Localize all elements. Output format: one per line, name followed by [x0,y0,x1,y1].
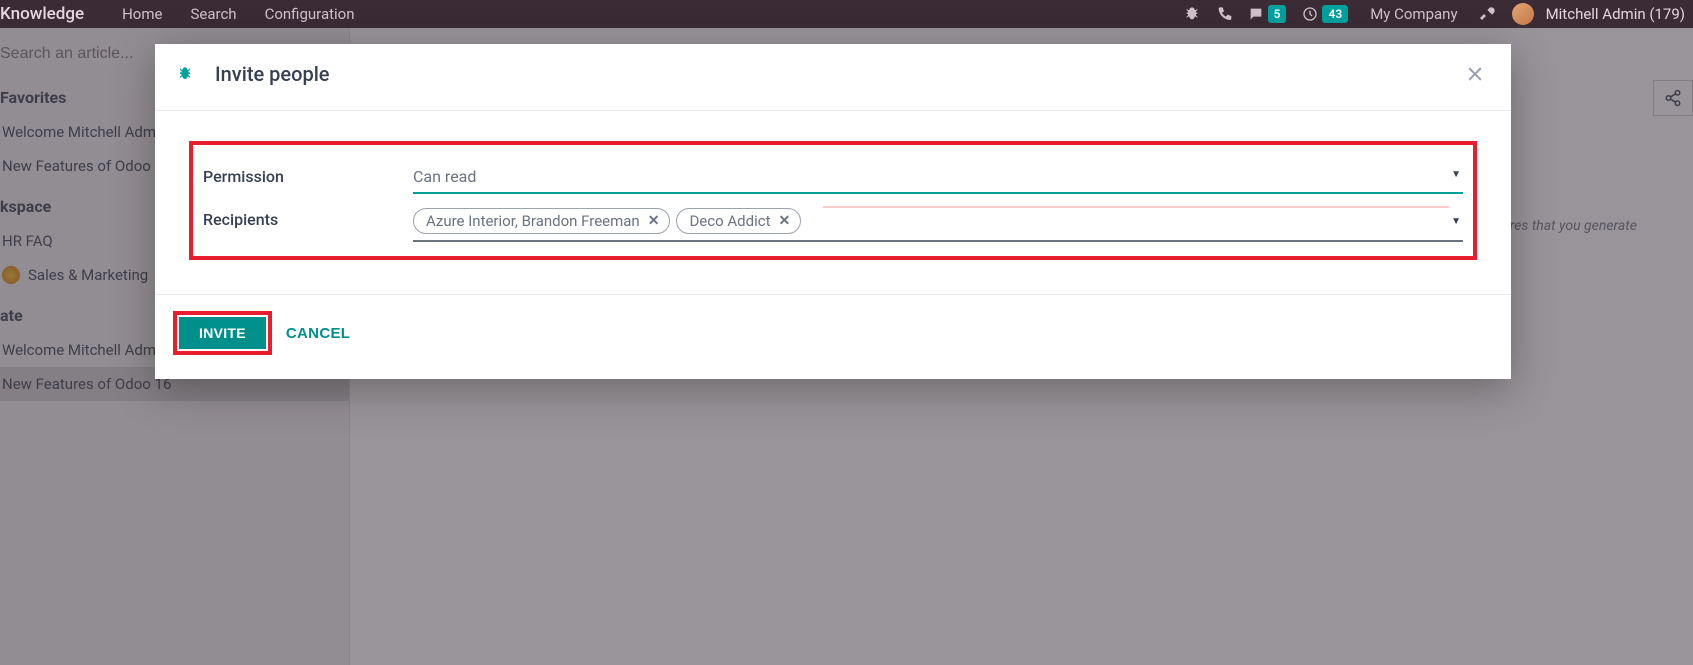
invite-button[interactable]: INVITE [179,317,266,349]
chevron-down-icon[interactable]: ▼ [1451,169,1461,180]
activities-icon[interactable]: 43 [1294,5,1356,23]
modal-title: Invite people [215,62,1465,86]
tag-remove-icon[interactable]: ✕ [779,213,791,229]
user-menu[interactable]: Mitchell Admin (179) [1504,3,1693,25]
permission-select[interactable]: Can read [413,163,1463,194]
user-name: Mitchell Admin (179) [1538,5,1685,23]
nav-search[interactable]: Search [176,5,250,23]
messaging-icon[interactable]: 5 [1240,5,1295,23]
main-layout: Favorites Welcome Mitchell Admin New Fea… [0,28,1693,665]
recipient-tag: Deco Addict ✕ [676,208,801,234]
form-highlight-box: Permission Can read ▼ Recipients Azure I… [189,141,1477,260]
messaging-badge: 5 [1268,5,1287,23]
top-navbar: Knowledge Home Search Configuration 5 43… [0,0,1693,28]
tag-remove-icon[interactable]: ✕ [648,213,660,229]
nav-configuration[interactable]: Configuration [251,5,369,23]
bug-icon[interactable] [175,64,195,84]
recipients-input[interactable]: Azure Interior, Brandon Freeman ✕ Deco A… [413,206,1463,242]
chevron-down-icon[interactable]: ▼ [1451,216,1461,227]
nav-home[interactable]: Home [108,5,176,23]
company-switcher[interactable]: My Company [1356,5,1471,23]
invite-modal: Invite people Permission Can read ▼ Reci… [155,44,1511,379]
cancel-button[interactable]: CANCEL [286,325,350,342]
tools-icon[interactable] [1472,6,1504,22]
recipients-label: Recipients [203,206,413,229]
invite-highlight: INVITE [173,311,272,355]
phone-icon[interactable] [1208,6,1240,22]
close-icon[interactable] [1465,64,1485,84]
app-brand[interactable]: Knowledge [0,4,108,24]
debug-icon[interactable] [1176,6,1208,22]
avatar [1512,3,1534,25]
recipient-tag: Azure Interior, Brandon Freeman ✕ [413,208,670,234]
activities-badge: 43 [1322,5,1348,23]
permission-label: Permission [203,163,413,186]
